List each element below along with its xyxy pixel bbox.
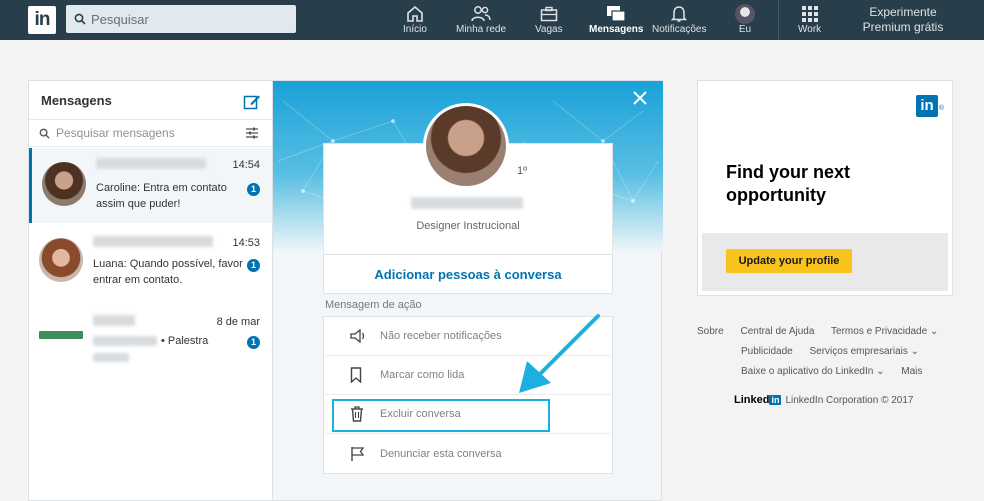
flag-icon [350,446,370,462]
unread-badge: 1 [247,183,260,196]
conversation-preview: • Palestra [93,335,208,347]
ad-headline: Find your next opportunity [726,162,851,205]
nav-label: Vagas [535,24,563,35]
nav-label: Eu [738,24,752,35]
nav-item-notifications[interactable]: Notificações [652,4,706,38]
footer-link-terms[interactable]: Termos e Privacidade ⌄ [831,326,938,337]
unread-badge: 1 [247,259,260,272]
pointer-arrow [519,314,600,393]
home-icon [404,4,426,24]
unread-badge: 1 [247,336,260,349]
highlight-box [332,399,550,432]
contact-avatar [39,238,83,282]
footer-link-about[interactable]: Sobre [697,326,724,337]
search-icon [39,128,50,139]
footer-link-help[interactable]: Central de Ajuda [740,326,814,337]
action-label: Marcar como lida [380,369,465,381]
footer-link-advertising[interactable]: Publicidade [741,346,793,357]
conversation-item[interactable]: 14:53 Luana: Quando possível, favor entr… [29,226,272,304]
brand-wordmark: Linked [734,394,770,406]
messages-title: Mensagens [41,93,112,108]
actions-section-label: Mensagem de ação [325,299,422,311]
linkedin-logo[interactable]: in [28,6,56,34]
nav-item-jobs[interactable]: Vagas [535,4,563,38]
nav-item-network[interactable]: Minha rede [456,4,506,38]
nav-label: Work [798,24,822,35]
conversation-time: 8 de mar [216,316,260,328]
copyright-text: LinkedIn Corporation © 2017 [785,394,914,406]
conversation-time: 14:53 [232,237,260,249]
contact-name-blurred [96,158,206,169]
add-people-button[interactable]: Adicionar pessoas à conversa [323,254,613,294]
conversation-preview: Caroline: Entra em contato assim que pud… [96,182,227,210]
avatar-icon [734,4,756,24]
preview-blurred [93,353,129,362]
nav-label: Minha rede [456,24,507,35]
conversation-detail-panel: 1º Designer Instrucional Adicionar pesso… [272,80,663,501]
global-search-input[interactable]: Pesquisar [66,5,296,33]
conversation-time: 14:54 [232,159,260,171]
conversation-item[interactable]: 8 de mar • Palestra 1 [29,305,272,371]
bell-icon [668,4,690,24]
nav-item-me[interactable]: Eu [734,4,756,38]
ad-card: in ® Find your next opportunity Update y… [697,80,953,296]
contact-name-blurred [93,236,213,247]
conversation-item[interactable]: 14:54 Caroline: Entra em contato assim q… [29,148,272,223]
search-icon [74,13,86,25]
brand-in-box: in [769,395,782,405]
filter-icon[interactable] [246,127,258,139]
report-conversation-action[interactable]: Denunciar esta conversa [324,434,612,473]
nav-item-work[interactable]: Work [798,4,821,38]
messages-icon [605,4,627,24]
briefcase-icon [538,4,560,24]
action-label: Denunciar esta conversa [380,447,502,460]
connection-degree: 1º [517,165,528,177]
nav-divider [778,0,779,40]
footer-link-app[interactable]: Baixe o aplicativo do LinkedIn ⌄ [741,366,884,377]
nav-item-home[interactable]: Início [403,4,427,38]
nav-label: Mensagens [589,24,644,35]
nav-label: Início [403,24,427,35]
bookmark-icon [350,367,370,383]
footer-brand: Linked in LinkedIn Corporation © 2017 [734,394,913,406]
delete-conversation-action[interactable]: Excluir conversa [324,395,612,434]
profile-photo[interactable] [423,103,509,189]
linkedin-logo: in [916,95,938,117]
group-logo [39,331,83,339]
action-label: Não receber notificações [380,330,502,342]
contact-name-blurred [93,315,135,326]
mute-icon [350,329,370,343]
messages-panel: Mensagens Pesquisar mensagens 14:54 Caro… [28,80,272,501]
registered-mark: ® [938,105,944,112]
nav-item-messages[interactable]: Mensagens [589,4,643,38]
top-nav-bar: in Pesquisar Início Minha rede Vagas Men… [0,0,984,40]
contact-avatar [42,162,86,206]
premium-link[interactable]: Experimente Premium grátis [858,5,948,35]
conversation-preview-text: • Palestra [161,335,209,347]
footer-link-more[interactable]: Mais [901,366,922,377]
search-placeholder: Pesquisar [91,11,149,27]
profile-job-title: Designer Instrucional [416,220,520,232]
close-icon[interactable] [633,91,647,105]
premium-line-1: Experimente [869,5,937,19]
profile-name-blurred [411,197,523,209]
network-icon [470,4,492,24]
footer-link-business[interactable]: Serviços empresariais ⌄ [810,346,920,357]
messages-search-placeholder: Pesquisar mensagens [56,126,175,140]
update-profile-button[interactable]: Update your profile [726,249,852,273]
conversation-preview: Luana: Quando possível, favor entrar em … [93,258,243,286]
compose-icon[interactable] [243,93,261,116]
nav-label: Notificações [652,24,707,35]
sender-blurred [93,336,157,346]
messages-search-input[interactable]: Pesquisar mensagens [29,119,272,147]
premium-line-2: Premium grátis [862,20,944,34]
grid-icon [799,4,821,24]
